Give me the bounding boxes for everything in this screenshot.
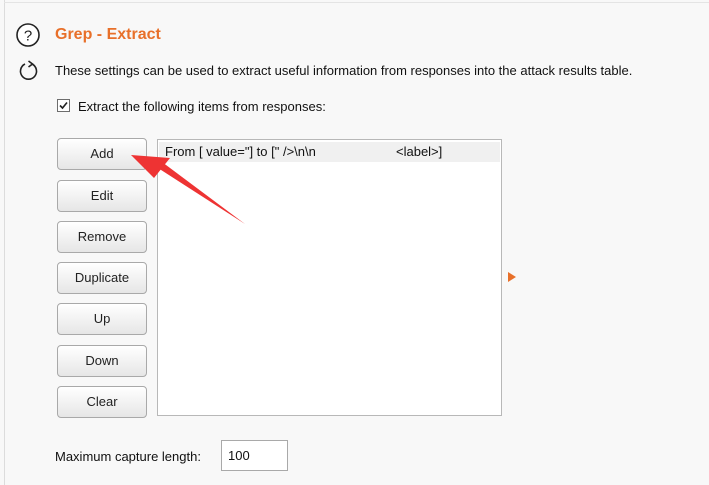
- list-item-expression: From [ value="] to [" />\n\n: [165, 144, 316, 159]
- refresh-icon[interactable]: [17, 58, 39, 82]
- help-circle-icon[interactable]: ?: [15, 22, 41, 48]
- down-button[interactable]: Down: [57, 345, 147, 377]
- section-title: Grep - Extract: [55, 26, 161, 43]
- expand-arrow-icon[interactable]: [508, 272, 516, 282]
- extract-checkbox-label[interactable]: Extract the following items from respons…: [78, 99, 326, 114]
- checkmark-icon: [59, 101, 68, 110]
- extract-checkbox[interactable]: [57, 99, 70, 112]
- section-description: These settings can be used to extract us…: [55, 63, 633, 78]
- remove-button[interactable]: Remove: [57, 221, 147, 253]
- max-capture-label: Maximum capture length:: [55, 449, 201, 464]
- clear-button[interactable]: Clear: [57, 386, 147, 418]
- duplicate-button[interactable]: Duplicate: [57, 262, 147, 294]
- panel-top-border: [4, 2, 709, 3]
- list-item[interactable]: From [ value="] to [" />\n\n <label>]: [159, 142, 500, 162]
- edit-button[interactable]: Edit: [57, 180, 147, 212]
- add-button[interactable]: Add: [57, 138, 147, 170]
- panel-left-border: [4, 0, 5, 485]
- list-item-tail: <label>]: [396, 144, 443, 159]
- svg-text:?: ?: [24, 28, 32, 45]
- up-button[interactable]: Up: [57, 303, 147, 335]
- max-capture-input[interactable]: [221, 440, 288, 471]
- extract-items-list[interactable]: From [ value="] to [" />\n\n <label>]: [157, 139, 502, 416]
